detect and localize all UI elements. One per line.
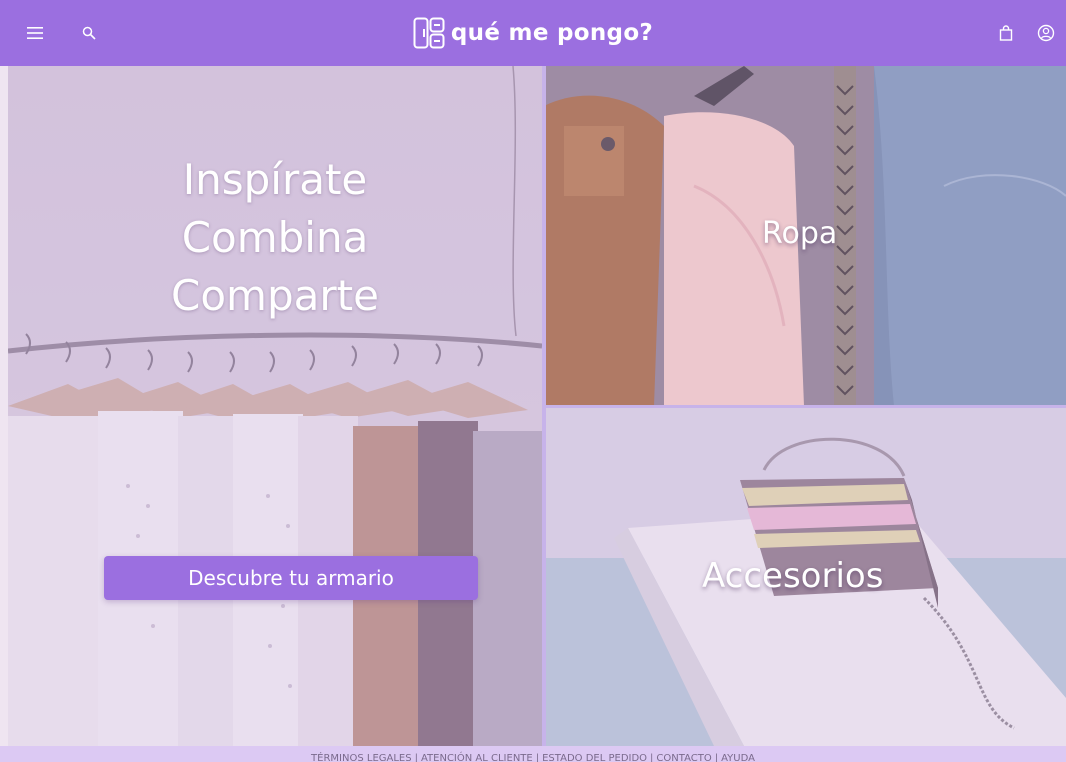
footer-link-contacto[interactable]: CONTACTO <box>656 753 711 762</box>
discover-wardrobe-button[interactable]: Descubre tu armario <box>104 556 478 600</box>
category-accesorios-tile[interactable]: Accesorios <box>544 408 1066 746</box>
footer-separator: | <box>650 753 654 762</box>
footer-separator: | <box>714 753 719 762</box>
brand-name: qué me pongo? <box>450 20 654 46</box>
hero-panel: Inspírate Combina Comparte Descubre tu a… <box>8 66 542 746</box>
footer-link-estado-pedido[interactable]: ESTADO DEL PEDIDO <box>542 753 647 762</box>
panel-divider-horizontal <box>544 405 1066 408</box>
left-edge-strip <box>0 66 8 746</box>
footer-link-terminos-legales[interactable]: TÉRMINOS LEGALES <box>311 753 412 762</box>
hero-line-inspirate: Inspírate <box>182 155 368 204</box>
category-ropa-tile[interactable]: Ropa <box>544 66 1066 406</box>
shopping-bag-icon[interactable] <box>993 20 1019 46</box>
user-account-icon[interactable] <box>1033 20 1059 46</box>
footer-links: TÉRMINOS LEGALES | ATENCIÓN AL CLIENTE |… <box>311 753 755 762</box>
hero-slogan: Inspírate Combina Comparte <box>8 151 542 325</box>
search-icon[interactable] <box>76 20 102 46</box>
footer: TÉRMINOS LEGALES | ATENCIÓN AL CLIENTE |… <box>0 746 1066 762</box>
footer-link-ayuda[interactable]: AYUDA <box>721 753 755 762</box>
home-link[interactable]: qué me pongo? <box>413 17 653 49</box>
top-navbar: qué me pongo? <box>0 0 1066 66</box>
brand-logo: qué me pongo? <box>0 0 1066 66</box>
menu-icon[interactable] <box>22 20 48 46</box>
category-ropa-label[interactable]: Ropa <box>762 216 837 251</box>
footer-link-atencion-cliente[interactable]: ATENCIÓN AL CLIENTE <box>421 753 533 762</box>
hero-line-combina: Combina <box>181 213 369 262</box>
hero-line-comparte: Comparte <box>171 271 379 320</box>
category-accesorios-label[interactable]: Accesorios <box>702 556 883 596</box>
footer-separator: | <box>535 753 540 762</box>
wardrobe-logo-icon <box>413 17 445 49</box>
footer-separator: | <box>414 753 418 762</box>
